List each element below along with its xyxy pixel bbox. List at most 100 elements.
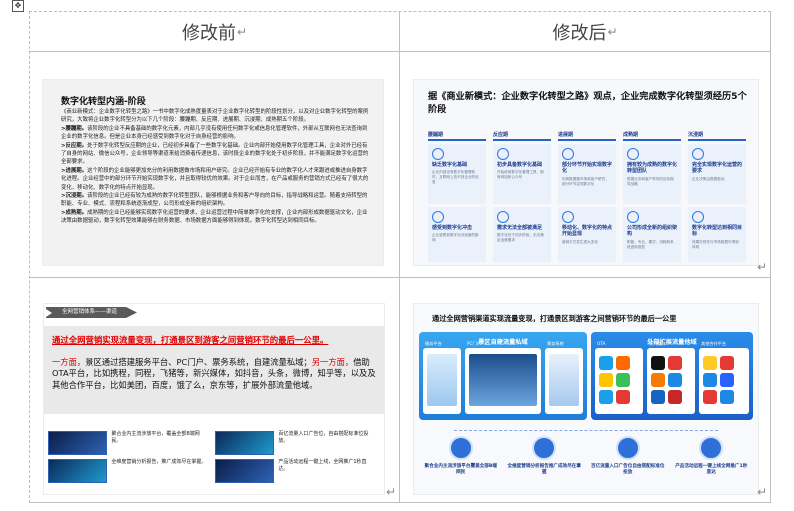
paragraph-mark-icon: ↵ (756, 260, 767, 274)
app-icon (668, 390, 682, 404)
stage-paragraph: >反应期。处于数字化转型反应期的企业，已经初步具备了一些数字化基础。企业内部开始… (61, 142, 369, 166)
phase-card: 数字化转型达到相同目标 效果在财务与市场数据中得到体现 (688, 207, 746, 262)
header-before-label: 修改前 (181, 22, 236, 44)
app-icon (599, 356, 613, 370)
phase-columns: 腰蹦期 缺乏数字化基础 企业内部没有数字化管理软件，互联网上查不到企业的信息 感受… (428, 130, 746, 262)
phase-card: 部分环节开始实现数字化 利用数据做市场和用户研究，部分环节实现数字化 (558, 144, 616, 204)
sub-panel: PC门户 (465, 341, 541, 414)
phase-column: 反应期 初步具备数字化基础 开始使用数字化管理工具，拥有网站和公众号 需求无法全部… (493, 130, 551, 262)
screenshot-thumbnail (215, 459, 275, 483)
cell-after-2[interactable]: 通过全网营销渠道实现流量变现，打通景区到游客之间营销环节的最后一公里 景区自建流… (400, 278, 771, 503)
phase-column: 进展期 部分环节开始实现数字化 利用数据做市场和用户研究，部分环节实现数字化 移动… (558, 130, 616, 262)
feature-item: 百亿流量入口广告位自由搭配标准位投放 (591, 436, 665, 476)
section-tag: 全网营销体系——渠道 (46, 307, 138, 318)
table-move-handle-icon[interactable]: ✥ (12, 0, 24, 12)
slide-before-stages: 数字化转型内涵-阶段 《商业新模式：企业数字化转型之路》一书中数字化成熟度量表对… (43, 80, 383, 265)
header-before[interactable]: 修改前 ↵ (30, 12, 400, 52)
app-icon (616, 373, 630, 387)
feature-item: 聚合业内主流涉旅平台覆盖全部B端网民 (424, 436, 498, 476)
screenshot-thumbnail (48, 431, 108, 455)
app-icon (703, 356, 717, 370)
circle-icon (692, 148, 704, 160)
app-icon (599, 390, 613, 404)
paragraph-mark-icon: ↵ (236, 24, 248, 39)
slide-title: 据《商业新模式：企业数字化转型之路》观点，企业完成数字化转型须经历5个阶段 (428, 91, 747, 115)
thumbnail-caption: 百亿流量入口广告位，自由搭配标准位投放。 (278, 431, 369, 444)
cell-before-1[interactable]: 数字化转型内涵-阶段 《商业新模式：企业数字化转型之路》一书中数字化成熟度量表对… (30, 52, 400, 278)
thumbnail-caption: 全维度营销分析报告，推广成效尽在掌握。 (111, 459, 207, 465)
slide-after-channels: 通过全网营销渠道实现流量变现，打通景区到游客之间营销环节的最后一公里 景区自建流… (414, 304, 758, 494)
circle-icon (432, 148, 444, 160)
app-icon (616, 390, 630, 404)
paragraph-mark-icon: ↵ (607, 24, 618, 39)
thumbnail-caption: 聚合业内主流涉旅平台，覆盖全部B端网民。 (111, 431, 200, 444)
app-icon (651, 373, 665, 387)
phase-column: 成熟期 拥有较为成熟的数字化转型团队 根据业务和客户导向的目标指导战略 公司形成全… (623, 130, 681, 262)
app-icon (651, 356, 665, 370)
highlight-box: 通过全网营销实现流量变现，打通景区到游客之间营销环节的最后一公里。 一方面，景区… (44, 326, 384, 414)
feature-row: 聚合业内主流涉旅平台覆盖全部B端网民 全维度营销分析报告推广成效尽在掌握 百亿流… (419, 436, 753, 476)
comparison-table: 修改前 ↵ 修改后 ↵ 数字化转型内涵-阶段 《商业新模式：企业数字化转型之路》一书… (29, 11, 771, 503)
app-icon (720, 356, 734, 370)
app-icon (668, 373, 682, 387)
app-icon (599, 373, 613, 387)
stage-paragraph: >腰蹦期。该阶段的企业不具备基础的数字化元素，内部几乎没有使用任何数字化或信息化… (61, 125, 368, 141)
launch-icon (699, 436, 724, 460)
connector-line (454, 430, 718, 435)
private-traffic-panel: 景区自建流量私域 服务平台 PC门户 票务系统 (419, 332, 587, 420)
circle-icon (562, 211, 574, 223)
circle-icon (497, 211, 509, 223)
circle-icon (562, 148, 574, 160)
app-icon (703, 390, 717, 404)
sub-panel: OTA (595, 341, 643, 414)
circle-icon (627, 148, 639, 160)
phase-label: 反应期 (493, 130, 551, 141)
header-after-label: 修改后 (552, 22, 607, 44)
phase-label: 进展期 (558, 130, 616, 141)
external-traffic-panel: 外部扩展流量他域 OTA 新兴媒体 其他合作平台 (591, 332, 753, 420)
sub-panel: 服务平台 (423, 341, 461, 414)
circle-icon (432, 211, 444, 223)
header-after[interactable]: 修改后 ↵ (400, 12, 771, 52)
phase-card: 移动化、数字化的特点开始显现 营销方式发生很大变化 (558, 207, 616, 262)
play-triangle-icon (46, 309, 52, 317)
app-icon (720, 373, 734, 387)
app-icon (703, 373, 717, 387)
thumbnail-caption: 产品活动远程一键上线，全网推广1秒直达。 (278, 459, 367, 472)
stage-paragraph: >沉浸期。该阶段的企业已经有较为成熟的数字化转型团队，能够根据业务和客户导向的目… (61, 193, 368, 208)
app-icon (668, 356, 682, 370)
circle-icon (497, 148, 509, 160)
paragraph-mark-icon: ↵ (385, 485, 396, 499)
slide-title: 数字化转型内涵-阶段 (61, 97, 146, 107)
slide-paragraph: 一方面，景区通过搭建服务平台、PC门户、票务系统，自建流量私域；另一方面，借助O… (52, 357, 376, 390)
circle-icon (692, 211, 704, 223)
stage-paragraph: >进展期。这个阶段的企业能够更加充分的利用数据做市场和用户研究。企业已经开始有专… (61, 167, 369, 191)
feature-item: 产品活动远程一键上线全网推广1秒直达 (674, 436, 748, 476)
ad-icon (615, 436, 640, 460)
screenshot-thumbnail (48, 459, 108, 483)
stage-paragraph: >成熟期。成熟期的企业已经能够实现数字化运营的要求，企业运营过程中简单数字化的支… (61, 209, 368, 225)
phase-column: 腰蹦期 缺乏数字化基础 企业内部没有数字化管理软件，互联网上查不到企业的信息 感受… (428, 130, 486, 262)
sub-panel: 其他合作平台 (699, 341, 749, 414)
app-icon (720, 390, 734, 404)
thumbnail-grid: 聚合业内主流涉旅平台，覆盖全部B端网民。 百亿流量入口广告位，自由搭配标准位投放… (48, 431, 382, 487)
slide-headline: 通过全网营销实现流量变现，打通景区到游客之间营销环节的最后一公里。 (52, 335, 329, 345)
phase-column: 沉浸期 完全实现数字化运营的要求 企业决策由数据驱动 数字化转型达到相同目标 效果在… (688, 130, 746, 262)
slide-after-stages: 据《商业新模式：企业数字化转型之路》观点，企业完成数字化转型须经历5个阶段 腰蹦… (414, 80, 758, 265)
phase-card: 公司形成全新的组织架构 职能、专业、模式、流程和系统逐渐成型 (623, 207, 681, 262)
app-icon (651, 390, 665, 404)
phase-label: 腰蹦期 (428, 130, 486, 141)
slide-before-channels: 全网营销体系——渠道 通过全网营销实现流量变现，打通景区到游客之间营销环节的最后… (44, 304, 384, 494)
cell-after-1[interactable]: 据《商业新模式：企业数字化转型之路》观点，企业完成数字化转型须经历5个阶段 腰蹦… (400, 52, 771, 278)
sub-panel: 票务系统 (545, 341, 583, 414)
screenshot-thumbnail (215, 431, 275, 455)
document-page: ✥ 修改前 ↵ 修改后 ↵ 数字化转型内涵-阶段 《商业新模式：企业数字化转型之路》… (0, 0, 794, 511)
phase-label: 成熟期 (623, 130, 681, 141)
paragraph-mark-icon: ↵ (756, 485, 767, 499)
phase-card: 初步具备数字化基础 开始使用数字化管理工具，拥有网站和公众号 (493, 144, 551, 204)
globe-icon (448, 436, 473, 460)
cell-before-2[interactable]: 全网营销体系——渠道 通过全网营销实现流量变现，打通景区到游客之间营销环节的最后… (30, 278, 400, 503)
intro-paragraph: 《商业新模式：企业数字化转型之路》一书中数字化成熟度量表对于企业数字化转型的阶段… (61, 109, 369, 124)
slide-title: 通过全网营销渠道实现流量变现，打通景区到游客之间营销环节的最后一公里 (432, 314, 677, 323)
phase-card: 缺乏数字化基础 企业内部没有数字化管理软件，互联网上查不到企业的信息 (428, 144, 486, 204)
